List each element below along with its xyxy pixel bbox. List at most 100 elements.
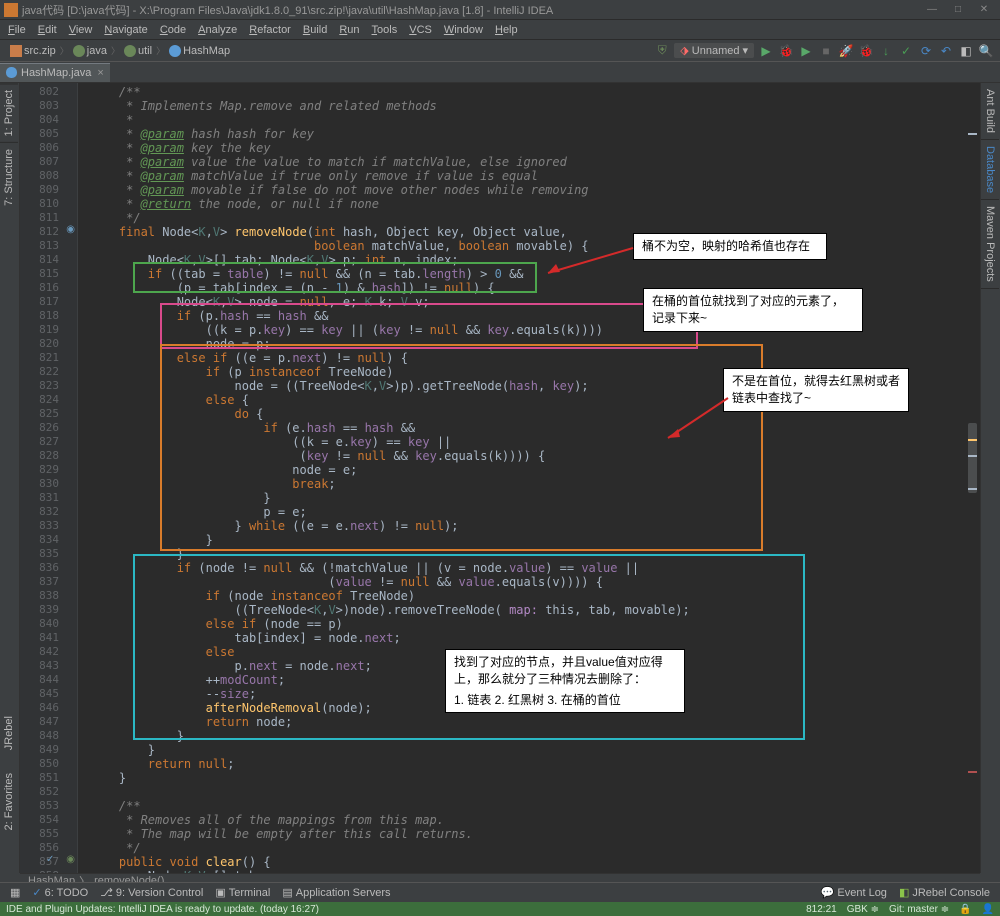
breadcrumb-src.zip[interactable]: src.zip xyxy=(6,44,60,57)
code-line[interactable]: /** xyxy=(90,799,980,813)
lock-icon[interactable]: 🔒 xyxy=(959,904,971,915)
tool-favorites[interactable]: 2: Favorites xyxy=(0,767,18,836)
history-icon[interactable]: ⟳ xyxy=(918,43,934,59)
tool-window-button[interactable]: ▦ xyxy=(4,886,26,899)
tool-maven[interactable]: Maven Projects xyxy=(981,200,999,289)
commit-icon[interactable]: ✓ xyxy=(898,43,914,59)
file-tab-hashmap[interactable]: HashMap.java × xyxy=(0,63,110,82)
search-icon[interactable]: 🔍 xyxy=(978,43,994,59)
code-line[interactable]: * @param key the key xyxy=(90,141,980,155)
menu-analyze[interactable]: Analyze xyxy=(192,24,243,36)
code-line[interactable]: node = e; xyxy=(90,463,980,477)
code-line[interactable]: if (node != null && (!matchValue || (v =… xyxy=(90,561,980,575)
menu-run[interactable]: Run xyxy=(333,24,365,36)
code-line[interactable]: } xyxy=(90,729,980,743)
code-line[interactable]: (key != null && key.equals(k)))) { xyxy=(90,449,980,463)
code-line[interactable]: * @param hash hash for key xyxy=(90,127,980,141)
code-line[interactable]: (value != null && value.equals(v)))) { xyxy=(90,575,980,589)
run-icon[interactable]: ▶ xyxy=(758,43,774,59)
tool-structure[interactable]: 7: Structure xyxy=(0,142,18,212)
code-line[interactable]: * @param value the value to match if mat… xyxy=(90,155,980,169)
code-line[interactable]: if ((tab = table) != null && (n = tab.le… xyxy=(90,267,980,281)
code-line[interactable]: * @param matchValue if true only remove … xyxy=(90,169,980,183)
code-line[interactable]: final Node<K,V> removeNode(int hash, Obj… xyxy=(90,225,980,239)
code-line[interactable]: } xyxy=(90,533,980,547)
code-line[interactable]: * xyxy=(90,113,980,127)
code-editor[interactable]: ◉ ✓ ◉ 8028038048058068078088098108118128… xyxy=(20,83,980,873)
code-line[interactable]: p = e; xyxy=(90,505,980,519)
run-configuration[interactable]: ⬗Unnamed ▾ xyxy=(674,43,754,58)
tool-project[interactable]: 1: Project xyxy=(0,83,18,142)
code-line[interactable]: if (node instanceof TreeNode) xyxy=(90,589,980,603)
close-tab-icon[interactable]: × xyxy=(97,67,103,79)
code-line[interactable]: if (e.hash == hash && xyxy=(90,421,980,435)
stop-icon[interactable]: ■ xyxy=(818,43,834,59)
code-line[interactable]: */ xyxy=(90,841,980,855)
code-line[interactable]: } xyxy=(90,743,980,757)
code-line[interactable]: node = p; xyxy=(90,337,980,351)
tool-eventlog[interactable]: 💬Event Log xyxy=(815,886,893,899)
menu-file[interactable]: File xyxy=(2,24,32,36)
menu-navigate[interactable]: Navigate xyxy=(98,24,153,36)
code-line[interactable]: else if (node == p) xyxy=(90,617,980,631)
git-branch[interactable]: Git: master ≑ xyxy=(889,904,949,915)
code-line[interactable]: public void clear() { xyxy=(90,855,980,869)
file-encoding[interactable]: GBK ≑ xyxy=(847,904,879,915)
code-area[interactable]: 桶不为空，映射的哈希值也存在 在桶的首位就找到了对应的元素了，记录下来~ 不是在… xyxy=(78,83,980,873)
menu-window[interactable]: Window xyxy=(438,24,489,36)
code-line[interactable]: /** xyxy=(90,85,980,99)
code-line[interactable]: ((TreeNode<K,V>)node).removeTreeNode( ma… xyxy=(90,603,980,617)
code-line[interactable]: break; xyxy=(90,477,980,491)
menu-code[interactable]: Code xyxy=(154,24,192,36)
debug-icon[interactable]: 🐞 xyxy=(778,43,794,59)
coverage-icon[interactable]: ▶ xyxy=(798,43,814,59)
menu-view[interactable]: View xyxy=(63,24,99,36)
scrollbar-thumb[interactable] xyxy=(968,423,977,493)
code-line[interactable]: * Removes all of the mappings from this … xyxy=(90,813,980,827)
code-line[interactable]: * @param movable if false do not move ot… xyxy=(90,183,980,197)
tool-jrebel[interactable]: JRebel xyxy=(0,710,18,756)
revert-icon[interactable]: ↶ xyxy=(938,43,954,59)
menu-edit[interactable]: Edit xyxy=(32,24,63,36)
tool-terminal[interactable]: ▣Terminal xyxy=(209,886,276,899)
tool-jrebel-console[interactable]: ◧JRebel Console xyxy=(893,886,996,899)
code-line[interactable]: ((k = e.key) == key || xyxy=(90,435,980,449)
project-structure-icon[interactable]: ◧ xyxy=(958,43,974,59)
tool-vcs[interactable]: ⎇9: Version Control xyxy=(94,886,209,899)
code-line[interactable]: } while ((e = e.next) != null); xyxy=(90,519,980,533)
override-marker[interactable]: ◉ xyxy=(66,224,75,235)
code-line[interactable]: * @return the node, or null if none xyxy=(90,197,980,211)
tool-database[interactable]: Database xyxy=(981,140,999,200)
minimize-button[interactable]: ― xyxy=(920,2,944,18)
code-line[interactable]: return null; xyxy=(90,757,980,771)
update-icon[interactable]: ↓ xyxy=(878,43,894,59)
maximize-button[interactable]: □ xyxy=(946,2,970,18)
code-line[interactable]: } xyxy=(90,491,980,505)
breadcrumb-util[interactable]: util xyxy=(120,44,156,57)
tool-todo[interactable]: ✓6: TODO xyxy=(26,886,94,899)
code-line[interactable]: tab[index] = node.next; xyxy=(90,631,980,645)
close-button[interactable]: ✕ xyxy=(972,2,996,18)
code-line[interactable] xyxy=(90,785,980,799)
menu-help[interactable]: Help xyxy=(489,24,524,36)
breadcrumb-HashMap[interactable]: HashMap xyxy=(165,44,234,57)
code-line[interactable]: return node; xyxy=(90,715,980,729)
code-line[interactable]: */ xyxy=(90,211,980,225)
code-line[interactable]: * Implements Map.remove and related meth… xyxy=(90,99,980,113)
vertical-scrollbar[interactable] xyxy=(968,83,978,873)
hector-icon[interactable]: 👤 xyxy=(982,904,994,915)
breadcrumb-java[interactable]: java xyxy=(69,44,111,57)
gutter[interactable]: ◉ ✓ ◉ 8028038048058068078088098108118128… xyxy=(20,83,78,873)
menu-build[interactable]: Build xyxy=(297,24,333,36)
menu-vcs[interactable]: VCS xyxy=(403,24,438,36)
code-line[interactable]: * The map will be empty after this call … xyxy=(90,827,980,841)
security-icon[interactable]: ⛨ xyxy=(654,43,670,59)
code-line[interactable]: else if ((e = p.next) != null) { xyxy=(90,351,980,365)
jrebel-debug-icon[interactable]: 🐞 xyxy=(858,43,874,59)
tool-appservers[interactable]: ▤Application Servers xyxy=(276,886,396,899)
tool-ant[interactable]: Ant Build xyxy=(981,83,999,140)
code-line[interactable]: } xyxy=(90,771,980,785)
code-line[interactable]: } xyxy=(90,547,980,561)
jrebel-run-icon[interactable]: 🚀 xyxy=(838,43,854,59)
code-line[interactable]: boolean matchValue, boolean movable) { xyxy=(90,239,980,253)
